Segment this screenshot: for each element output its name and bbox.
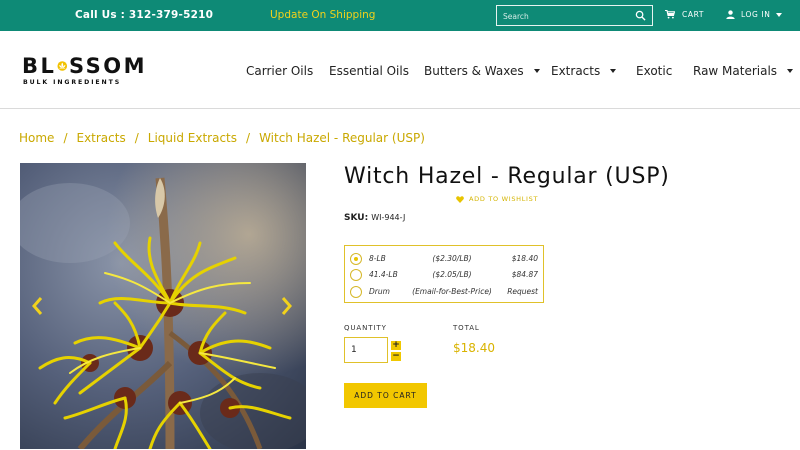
logo-tagline: BULK INGREDIENTS	[23, 79, 122, 86]
login-label: LOG IN	[741, 10, 771, 19]
chevron-down-icon	[776, 12, 783, 17]
quantity-label: QUANTITY	[344, 324, 387, 332]
product-image[interactable]	[20, 163, 306, 449]
witch-hazel-flower-photo	[20, 163, 306, 449]
size-options: 8-LB ($2.30/LB) $18.40 41.4-LB ($2.05/LB…	[344, 245, 544, 303]
search-input[interactable]	[503, 9, 628, 23]
option-unit-price: (Email-for-Best-Price)	[412, 287, 492, 296]
breadcrumb-current[interactable]: Witch Hazel - Regular (USP)	[259, 131, 425, 145]
option-size: Drum	[369, 287, 390, 296]
breadcrumb-extracts[interactable]: Extracts	[76, 131, 125, 145]
nav-item-carrier-oils[interactable]: Carrier Oils	[246, 64, 313, 78]
wishlist-label: ADD TO WISHLIST	[469, 195, 539, 203]
nav-label: Raw Materials	[693, 64, 778, 78]
site-header: BL SSOM BULK INGREDIENTS Carrier Oils Es…	[0, 31, 800, 109]
chevron-left-icon[interactable]	[30, 295, 44, 317]
add-to-cart-button[interactable]: ADD TO CART	[344, 383, 427, 408]
brand-logo[interactable]: BL SSOM BULK INGREDIENTS	[22, 53, 147, 93]
chevron-down-icon	[610, 69, 617, 73]
product-sku: SKU: WI-944-J	[344, 213, 405, 223]
login-menu[interactable]: LOG IN	[726, 10, 783, 19]
breadcrumb-separator: /	[246, 131, 251, 145]
sku-value: WI-944-J	[371, 213, 406, 222]
top-bar: Call Us : 312-379-5210 Update On Shippin…	[0, 0, 800, 31]
nav-label: Extracts	[551, 64, 601, 78]
product-title: Witch Hazel - Regular (USP)	[344, 164, 670, 189]
add-to-wishlist-link[interactable]: ADD TO WISHLIST	[456, 195, 538, 203]
nav-item-extracts[interactable]: Extracts	[551, 64, 617, 78]
heart-icon	[456, 195, 464, 203]
radio-button[interactable]	[350, 269, 362, 281]
shipping-update-link[interactable]: Update On Shipping	[270, 9, 375, 21]
option-price: $84.87	[511, 270, 538, 279]
breadcrumb-liquid-extracts[interactable]: Liquid Extracts	[148, 131, 237, 145]
option-unit-price: ($2.30/LB)	[432, 254, 472, 263]
nav-label: Butters & Waxes	[424, 64, 524, 78]
total-price: $18.40	[453, 341, 495, 355]
nav-label: Exotic	[636, 64, 673, 78]
cart-icon	[665, 10, 675, 19]
size-option[interactable]: 8-LB ($2.30/LB) $18.40	[350, 252, 538, 266]
option-price: $18.40	[511, 254, 538, 263]
option-price: Request	[507, 287, 538, 296]
total-label: TOTAL	[453, 324, 480, 332]
breadcrumb-home[interactable]: Home	[19, 131, 54, 145]
radio-button[interactable]	[350, 286, 362, 298]
nav-item-exotic[interactable]: Exotic	[636, 64, 672, 78]
search-icon[interactable]	[635, 10, 646, 21]
radio-button-selected[interactable]	[350, 253, 362, 265]
logo-text-left: BL	[22, 54, 57, 78]
breadcrumb-separator: /	[134, 131, 139, 145]
search-box[interactable]	[496, 5, 653, 26]
cart-link[interactable]: CART	[665, 10, 704, 19]
nav-item-butters-waxes[interactable]: Butters & Waxes	[424, 64, 540, 78]
sku-label: SKU:	[344, 213, 369, 223]
nav-label: Carrier Oils	[246, 64, 314, 78]
chevron-down-icon	[533, 69, 540, 73]
nav-label: Essential Oils	[329, 64, 409, 78]
option-unit-price: ($2.05/LB)	[432, 270, 472, 279]
lotus-logo-icon	[57, 61, 68, 71]
quantity-decrease-button[interactable]: −	[391, 352, 401, 361]
chevron-down-icon	[787, 69, 794, 73]
logo-wordmark: BL SSOM	[22, 53, 147, 79]
breadcrumb-separator: /	[63, 131, 68, 145]
chevron-right-icon[interactable]	[280, 295, 294, 317]
user-icon	[726, 10, 735, 19]
quantity-input[interactable]	[344, 337, 388, 363]
size-option[interactable]: 41.4-LB ($2.05/LB) $84.87	[350, 268, 538, 282]
nav-item-essential-oils[interactable]: Essential Oils	[329, 64, 409, 78]
breadcrumb: Home / Extracts / Liquid Extracts / Witch Haze…	[19, 131, 425, 145]
cart-label: CART	[682, 10, 705, 19]
logo-text-right: SSOM	[68, 54, 147, 78]
size-option[interactable]: Drum (Email-for-Best-Price) Request	[350, 285, 538, 299]
nav-item-raw-materials[interactable]: Raw Materials	[693, 64, 794, 78]
quantity-increase-button[interactable]: +	[391, 341, 401, 350]
phone-number[interactable]: Call Us : 312-379-5210	[75, 9, 213, 21]
option-size: 8-LB	[369, 254, 386, 263]
option-size: 41.4-LB	[369, 270, 398, 279]
